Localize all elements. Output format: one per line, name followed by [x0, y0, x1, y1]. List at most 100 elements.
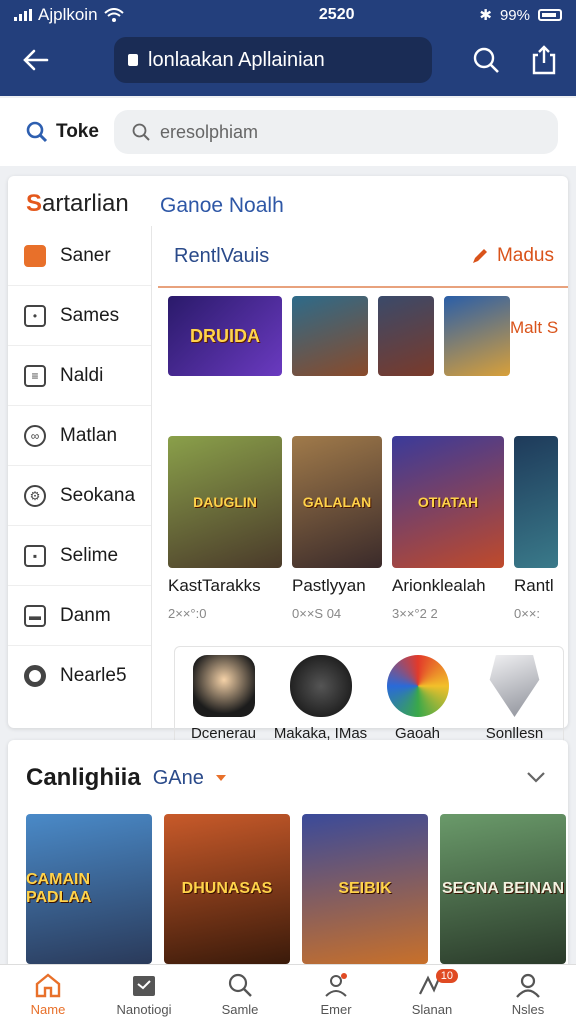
status-time: 2520	[318, 6, 355, 23]
carrier-label: Ajplkoin	[38, 5, 98, 24]
sidebar-item-label: Seokana	[60, 484, 136, 506]
search-tag[interactable]: Toke	[26, 121, 114, 143]
nav-name[interactable]: Name	[0, 965, 96, 1024]
user-icon	[325, 973, 347, 997]
nav-label: Samle	[221, 1002, 259, 1017]
sidebar-item-label: Nearle5	[60, 665, 127, 686]
address-bar[interactable]: lonlaakan Apllainian	[114, 37, 432, 83]
bluetooth-icon: ✱	[479, 7, 492, 24]
arrow-left-icon	[23, 49, 49, 71]
banner-tile[interactable]	[444, 296, 510, 376]
gear-icon: ⚙	[24, 484, 46, 507]
nav-slanan[interactable]: 10 Slanan	[384, 965, 480, 1024]
featured-row: CAMAIN PADLAA DHUNASAS SEIBIK SEGNA BEIN…	[26, 814, 566, 964]
banner-more-link[interactable]: Malt S	[510, 318, 558, 338]
caret-down-icon[interactable]	[215, 775, 226, 781]
nav-label: Name	[30, 1002, 66, 1017]
lock-icon	[128, 54, 138, 66]
share-button[interactable]	[526, 42, 562, 78]
featured-game-art[interactable]: CAMAIN PADLAA	[26, 814, 152, 964]
tray-icon: ▬	[24, 604, 46, 627]
app-shortcut[interactable]: Dcenerau	[176, 655, 272, 749]
sidebar-item-label: Saner	[60, 244, 111, 266]
app-icon	[386, 655, 449, 717]
section-title: Canlighiia	[26, 764, 141, 791]
app-icon	[192, 655, 255, 717]
app-shortcut[interactable]: Makaka, IMas	[273, 655, 369, 749]
nav-label: Slanan	[411, 1002, 453, 1017]
sidebar-item-label: Selime	[60, 544, 119, 566]
banner-tile[interactable]	[378, 296, 434, 376]
search-icon	[228, 973, 252, 997]
game-art: DAUGLIN	[168, 436, 282, 568]
sidebar-item-sames[interactable]: • Sames	[8, 286, 151, 346]
notification-badge: 10	[435, 969, 458, 983]
game-name: Arionklealah	[392, 576, 486, 595]
search-button[interactable]	[468, 42, 504, 78]
featured-game-art[interactable]: SEIBIK	[302, 814, 428, 964]
app-shortcut[interactable]: Sonllesn	[467, 655, 563, 749]
section-header: Canlighiia GAne	[26, 764, 226, 792]
category-card: Sartarlian Ganoe Noalh Saner • Sames ≡ Nal…	[8, 176, 568, 750]
game-art	[514, 436, 558, 568]
pane-more-link[interactable]: Madus	[471, 245, 554, 267]
game-meta: 3××°2 2	[392, 606, 438, 621]
sidebar-item-nearle5[interactable]: Nearle5	[8, 646, 151, 706]
card-subtitle[interactable]: Ganoe Noalh	[160, 194, 284, 218]
search-icon	[473, 47, 499, 73]
featured-game-art[interactable]: DHUNASAS	[164, 814, 290, 964]
game-art: OTIATAH	[392, 436, 504, 568]
expand-button[interactable]	[526, 770, 546, 788]
game-card[interactable]: Rantl 0××:	[514, 436, 558, 621]
featured-game-art[interactable]: SEGNA BEINAN	[440, 814, 566, 964]
home-icon	[35, 973, 61, 998]
pencil-icon	[472, 249, 487, 263]
nav-samle[interactable]: Samle	[192, 965, 288, 1024]
sidebar-item-label: Naldi	[60, 364, 104, 386]
sidebar-item-saner[interactable]: Saner	[8, 226, 151, 286]
chevron-down-icon	[527, 772, 545, 783]
status-bar: Ajplkoin 2520 ✱ 99%	[0, 0, 576, 30]
game-name: KastTarakks	[168, 576, 261, 595]
sidebar-item-matlan[interactable]: ∞ Matlan	[8, 406, 151, 466]
game-card[interactable]: GALALAN Pastlyyan 0××S 04	[292, 436, 382, 621]
sidebar-item-naldi[interactable]: ≡ Naldi	[8, 346, 151, 406]
banner-tile[interactable]	[292, 296, 368, 376]
app-shortcut[interactable]: Gaoah	[370, 655, 466, 749]
box-icon: ▪	[24, 544, 46, 567]
square-icon: •	[24, 304, 46, 327]
sidebar-item-selime[interactable]: ▪ Selime	[8, 526, 151, 586]
search-placeholder: eresolphiam	[160, 121, 259, 142]
search-row: Toke eresolphiam	[0, 98, 576, 166]
search-tag-label: Toke	[56, 121, 99, 142]
search-icon	[132, 123, 150, 141]
back-button[interactable]	[14, 38, 58, 82]
pane-more-label: Madus	[496, 245, 554, 266]
calendar-icon: ≡	[24, 364, 46, 387]
sidebar-item-seokana[interactable]: ⚙ Seokana	[8, 466, 151, 526]
game-meta: 2××°:0	[168, 606, 207, 621]
card-title: Sartarlian	[26, 190, 129, 218]
search-input[interactable]: eresolphiam	[114, 110, 558, 154]
nav-nsles[interactable]: Nsles	[480, 965, 576, 1024]
search-icon	[26, 121, 48, 143]
grid-icon	[133, 976, 155, 996]
game-row: DAUGLIN KastTarakks 2××°:0 GALALAN Pastl…	[168, 436, 558, 621]
top-bar: Ajplkoin 2520 ✱ 99% lonlaakan Apllainian	[0, 0, 576, 96]
section-subtitle[interactable]: GAne	[153, 767, 204, 790]
card-title-accent: S	[26, 190, 43, 217]
sidebar-item-label: Sames	[60, 304, 120, 326]
sidebar-item-danm[interactable]: ▬ Danm	[8, 586, 151, 646]
featured-section: Canlighiia GAne CAMAIN PADLAA DHUNASAS S…	[8, 740, 568, 970]
game-card[interactable]: DAUGLIN KastTarakks 2××°:0	[168, 436, 282, 621]
battery-icon	[538, 9, 562, 21]
battery-percent: 99%	[499, 6, 530, 24]
game-card[interactable]: OTIATAH Arionklealah 3××°2 2	[392, 436, 504, 621]
nav-emer[interactable]: Emer	[288, 965, 384, 1024]
nav-nanotiogi[interactable]: Nanotiogi	[96, 965, 192, 1024]
game-name: Rantl	[514, 576, 554, 595]
app-bar: lonlaakan Apllainian	[0, 30, 576, 90]
sidebar-item-label: Danm	[60, 604, 111, 626]
pane-header: RentlVauis Madus	[158, 226, 568, 288]
banner-tile[interactable]: DRUIDA	[168, 296, 282, 376]
